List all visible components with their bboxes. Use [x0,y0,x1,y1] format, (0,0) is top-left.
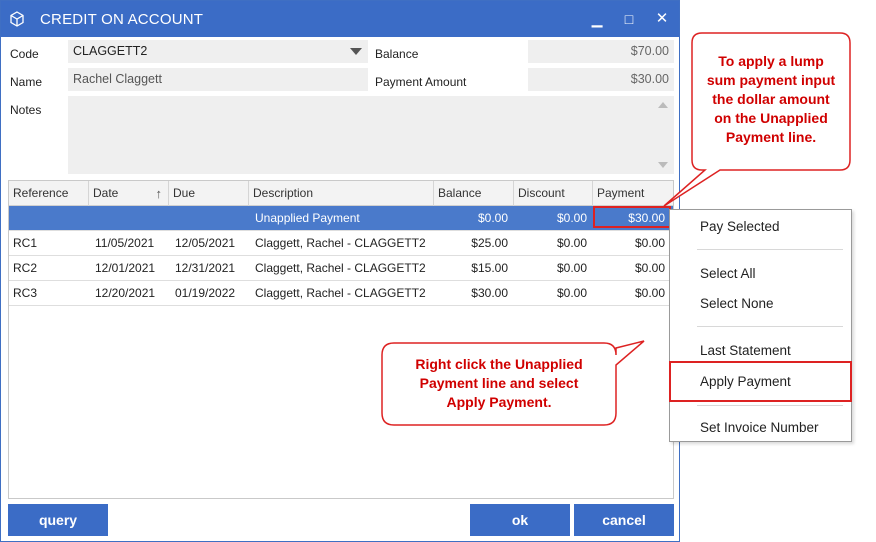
cell-balance: $15.00 [471,261,508,275]
sort-ascending-icon: ↑ [155,186,163,201]
cell-due: 01/19/2022 [175,286,236,300]
cell-date: 11/05/2021 [95,236,155,250]
cell-discount: $0.00 [556,286,587,300]
cell-reference: RC2 [13,261,38,275]
menu-divider [697,326,843,327]
table-row[interactable]: RC2 12/01/2021 12/31/2021 Claggett, Rach… [9,256,673,281]
cell-reference [9,206,89,231]
close-button[interactable]: ✕ [651,9,673,29]
cell-date [89,206,169,231]
code-value: CLAGGETT2 [73,44,148,58]
callout-line: Apply Payment. [446,394,552,410]
callout-line: on the Unapplied [714,110,828,126]
callout-line: sum payment input [706,72,836,88]
cell-discount: $0.00 [556,261,587,275]
column-reference[interactable]: Reference [9,181,89,206]
column-discount[interactable]: Discount [514,181,593,206]
cube-icon [10,11,24,27]
callout-text-top: To apply a lump sum payment input the do… [694,52,848,147]
window-title: CREDIT ON ACCOUNT [40,11,204,28]
cell-payment[interactable]: $0.00 [593,256,671,281]
payment-amount-field[interactable]: $30.00 [528,68,674,91]
table-row-unapplied[interactable]: Unapplied Payment $0.00 $0.00 $30.00 [9,206,673,231]
context-menu: Pay Selected Select All Select None Last… [669,209,852,442]
minimize-button[interactable]: ▁ [586,9,608,29]
cell-due: 12/31/2021 [175,261,236,275]
menu-item-select-all[interactable]: Select All [700,266,756,281]
maximize-button[interactable]: □ [618,9,640,29]
callout-text-middle: Right click the Unapplied Payment line a… [384,355,614,412]
name-label: Name [10,75,43,89]
column-date-label: Date [93,186,119,200]
column-balance[interactable]: Balance [434,181,514,206]
ok-button[interactable]: ok [470,504,570,536]
cell-description: Claggett, Rachel - CLAGGETT2 [255,261,426,275]
column-date[interactable]: Date ↑ [89,181,169,206]
menu-item-select-none[interactable]: Select None [700,296,774,311]
menu-item-pay-selected[interactable]: Pay Selected [700,219,780,234]
cell-reference: RC3 [13,286,38,300]
menu-divider [697,405,843,406]
payment-amount-label: Payment Amount [375,75,467,89]
cell-balance: $25.00 [471,236,508,250]
cell-balance: $30.00 [471,286,508,300]
column-payment[interactable]: Payment [593,181,673,206]
scroll-up-icon[interactable] [658,102,668,108]
invoice-grid: Reference Date ↑ Due Description Balance… [8,180,674,499]
code-label: Code [10,47,39,61]
cancel-button[interactable]: cancel [574,504,674,536]
code-dropdown[interactable]: CLAGGETT2 [68,40,368,63]
notes-label: Notes [10,103,42,117]
menu-item-set-invoice-number[interactable]: Set Invoice Number [700,420,819,435]
payment-highlight-box [593,206,671,228]
cell-due: 12/05/2021 [175,236,236,250]
callout-line: Payment line. [725,129,817,145]
callout-line: Payment line and select [419,375,579,391]
balance-field: $70.00 [528,40,674,63]
balance-label: Balance [375,47,419,61]
cell-date: 12/01/2021 [95,261,156,275]
cell-discount: $0.00 [556,211,587,225]
title-bar: CREDIT ON ACCOUNT ▁ □ ✕ [1,1,679,37]
table-row[interactable]: RC3 12/20/2021 01/19/2022 Claggett, Rach… [9,281,673,306]
cell-description: Unapplied Payment [255,211,360,225]
cell-payment[interactable]: $0.00 [593,231,671,256]
menu-item-apply-payment[interactable]: Apply Payment [700,374,791,389]
cell-description: Claggett, Rachel - CLAGGETT2 [255,236,426,250]
name-field[interactable]: Rachel Claggett [68,68,368,91]
cell-payment[interactable]: $0.00 [593,281,671,306]
callout-line: To apply a lump [718,53,824,69]
column-description[interactable]: Description [249,181,434,206]
cell-discount: $0.00 [556,236,587,250]
column-due[interactable]: Due [169,181,249,206]
cell-date: 12/20/2021 [95,286,156,300]
table-row[interactable]: RC1 11/05/2021 12/05/2021 Claggett, Rach… [9,231,673,256]
menu-item-last-statement[interactable]: Last Statement [700,343,791,358]
cell-balance: $0.00 [477,211,508,225]
cell-due [169,206,249,231]
credit-on-account-window: CREDIT ON ACCOUNT ▁ □ ✕ Code CLAGGETT2 N… [0,0,680,542]
cell-reference: RC1 [13,236,38,250]
scroll-down-icon[interactable] [658,162,668,168]
query-button[interactable]: query [8,504,108,536]
menu-divider [697,249,843,250]
chevron-down-icon[interactable] [350,48,362,55]
callout-line: Right click the Unapplied [415,356,583,372]
notes-field[interactable] [68,96,674,174]
callout-line: the dollar amount [712,91,830,107]
grid-header: Reference Date ↑ Due Description Balance… [9,181,673,206]
cell-description: Claggett, Rachel - CLAGGETT2 [255,286,426,300]
